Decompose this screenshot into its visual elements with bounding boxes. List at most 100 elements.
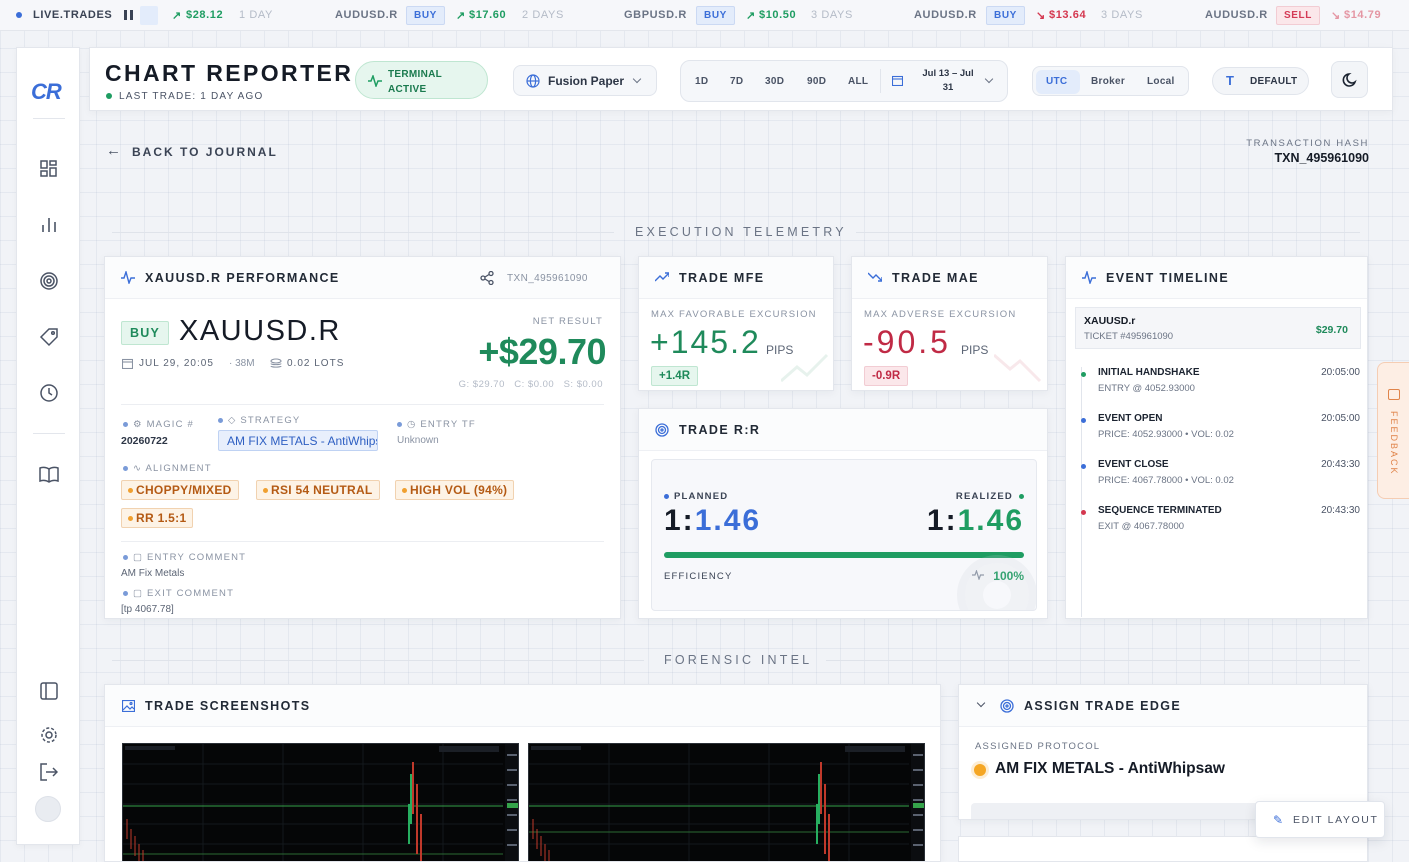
entry-comment-label: ▢ ENTRY COMMENT (123, 552, 246, 563)
net-result-label: NET RESULT (532, 316, 603, 327)
timeline-node (1081, 418, 1086, 423)
analytics-icon[interactable] (37, 213, 61, 237)
date-range[interactable]: Jul 13 – Jul 31 (917, 67, 979, 95)
clock-icon[interactable] (37, 381, 61, 405)
image-icon (122, 700, 135, 712)
rr-card: TRADE R:R PLANNED 1:1.46 REALIZED 1:1.46… (638, 408, 1048, 619)
ticker-pair: AUDUSD.R (335, 9, 398, 21)
last-trade-dot (106, 93, 112, 99)
ticker-side-badge: BUY (406, 6, 445, 25)
avatar[interactable] (35, 796, 61, 822)
theme-toggle-moon-icon[interactable] (1331, 61, 1368, 98)
timeline-event-detail: EXIT @ 4067.78000 (1098, 521, 1185, 532)
realized-ratio: 1:1.46 (926, 504, 1024, 537)
timeline-event-detail: PRICE: 4067.78000 • VOL: 0.02 (1098, 475, 1234, 486)
magic-label: ⚙ MAGIC # (123, 419, 194, 430)
edit-pencil-icon: ✎ (1273, 813, 1284, 827)
timeline-event-detail: PRICE: 4052.93000 • VOL: 0.02 (1098, 429, 1234, 440)
tag-icon[interactable] (37, 325, 61, 349)
range-1d[interactable]: 1D (695, 76, 708, 87)
ticker-value: $28.12 (186, 9, 224, 21)
pulse-icon (368, 75, 382, 87)
text-style-icon: T (1226, 73, 1234, 88)
panel-toggle-icon[interactable] (37, 679, 61, 703)
mae-unit: PIPS (961, 343, 989, 357)
timeline-event-title: INITIAL HANDSHAKE (1098, 367, 1200, 378)
calendar-icon (892, 75, 903, 86)
alignment-tag: HIGH VOL (94%) (395, 480, 515, 500)
ticker-side-badge: SELL (1276, 6, 1320, 25)
pnl-breakdown: G: $29.70 C: $0.00 S: $0.00 (458, 379, 603, 390)
entry-tf-value: Unknown (397, 435, 439, 446)
range-30d[interactable]: 30D (765, 76, 784, 87)
ticker-value: $13.64 (1049, 9, 1087, 21)
magic-value: 20260722 (121, 435, 168, 447)
ticker-age: 1 DAY (239, 9, 273, 21)
mfe-value: +145.2 (650, 324, 761, 360)
activity-icon (1082, 271, 1096, 284)
rr-title: TRADE R:R (679, 423, 761, 437)
mfe-r-badge: +1.4R (651, 366, 699, 386)
chevron-down-icon[interactable] (976, 698, 986, 708)
strategy-chip[interactable]: AM FIX METALS - AntiWhipsaw (218, 430, 378, 451)
timeline-event: EVENT OPEN PRICE: 4052.93000 • VOL: 0.02 2… (1065, 412, 1368, 452)
settings-gear-icon[interactable] (37, 723, 61, 747)
mae-r-badge: -0.9R (864, 366, 909, 386)
timeline-event-time: 20:43:30 (1321, 459, 1360, 470)
target-icon[interactable] (37, 269, 61, 293)
last-trade-label: LAST TRADE: 1 DAY AGO (119, 91, 264, 102)
tz-local[interactable]: Local (1147, 76, 1175, 87)
assigned-protocol[interactable]: AM FIX METALS - AntiWhipsaw (995, 760, 1225, 778)
font-preset-button[interactable]: T DEFAULT (1212, 67, 1309, 95)
target-icon (1000, 699, 1014, 713)
timeline-event-time: 20:05:00 (1321, 413, 1360, 424)
performance-card: XAUUSD.R PERFORMANCE TXN_495961090 BUY X… (104, 256, 621, 619)
logout-icon[interactable] (37, 760, 61, 784)
mfe-title: TRADE MFE (679, 271, 765, 285)
assign-edge-card: ASSIGN TRADE EDGE ASSIGNED PROTOCOL AM F… (958, 684, 1368, 820)
logo[interactable]: CR (31, 79, 62, 105)
trade-date: JUL 29, 20:05 (139, 358, 214, 369)
edge-title: ASSIGN TRADE EDGE (1024, 699, 1182, 713)
side-badge: BUY (121, 321, 169, 345)
ticker-age: 3 DAYS (1101, 9, 1143, 21)
ticker-value: $14.79 (1344, 9, 1382, 21)
calendar-icon (122, 358, 133, 369)
section-forensic-intel: FORENSIC INTEL (664, 653, 813, 667)
mae-value: -90.5 (863, 324, 951, 360)
range-selector: 1D 7D 30D 90D ALL Jul 13 – Jul 31 (680, 60, 1008, 102)
sidebar: CR (16, 47, 80, 845)
feedback-tab[interactable]: FEEDBACK (1377, 362, 1409, 499)
tz-broker[interactable]: Broker (1091, 76, 1125, 87)
share-icon[interactable] (480, 271, 494, 285)
ticker-value: $17.60 (469, 9, 507, 21)
exit-comment: [tp 4067.78] (121, 604, 174, 615)
planned-ratio: 1:1.46 (664, 504, 762, 537)
symbol: XAUUSD.R (179, 315, 341, 347)
edit-layout-button[interactable]: ✎ EDIT LAYOUT (1255, 801, 1385, 838)
timeline-node (1081, 464, 1086, 469)
timeline-event-time: 20:43:30 (1321, 505, 1360, 516)
ticker-value: $10.50 (759, 9, 797, 21)
ticker-age: 3 DAYS (811, 9, 853, 21)
efficiency-bar-track (664, 552, 1024, 558)
timeline-event-detail: ENTRY @ 4052.93000 (1098, 383, 1195, 394)
section-execution-telemetry: EXECUTION TELEMETRY (635, 225, 847, 239)
journal-book-icon[interactable] (37, 462, 61, 486)
pause-icon[interactable] (124, 10, 133, 20)
ticker-pair: AUDUSD.R (1205, 9, 1268, 21)
range-7d[interactable]: 7D (730, 76, 743, 87)
trade-screenshot[interactable] (528, 743, 925, 861)
trade-screenshot[interactable] (122, 743, 519, 861)
range-90d[interactable]: 90D (807, 76, 826, 87)
timeline-node (1081, 372, 1086, 377)
timeline-node (1081, 510, 1086, 515)
account-selector[interactable]: Fusion Paper (513, 65, 657, 96)
alignment-label: ∿ ALIGNMENT (123, 463, 212, 474)
range-all[interactable]: ALL (848, 76, 868, 87)
mae-label: MAX ADVERSE EXCURSION (864, 309, 1017, 320)
dashboard-icon[interactable] (37, 157, 61, 181)
timeline-summary: XAUUSD.r TICKET #495961090 $29.70 (1075, 307, 1361, 349)
app-title: CHART REPORTER (105, 60, 354, 86)
screenshots-title: TRADE SCREENSHOTS (145, 699, 311, 713)
